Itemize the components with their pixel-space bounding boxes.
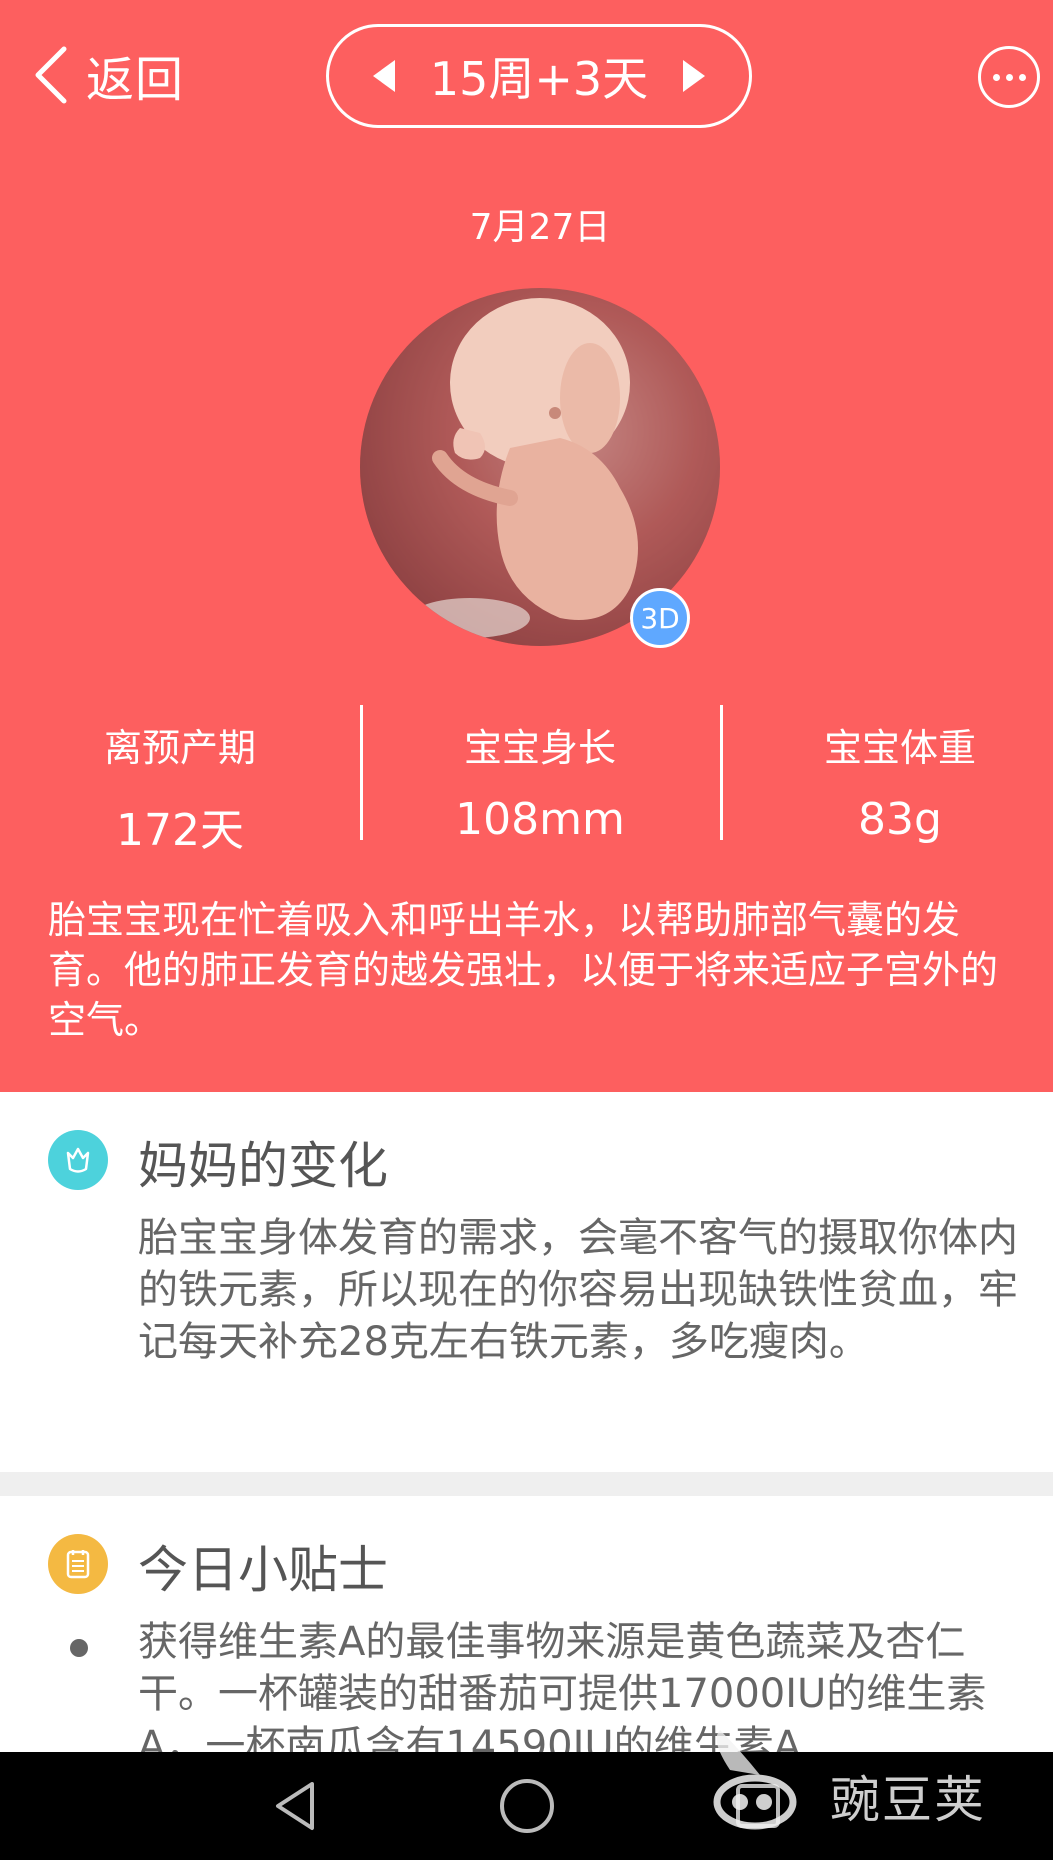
mom-changes-title: 妈妈的变化 [138,1137,388,1195]
stat-label: 宝宝身长 [463,726,616,770]
pregnancy-header: 返回 15周+3天 7月27日 3D 离预产期 172天 宝宝身长 108mm … [0,0,1053,1092]
watermark-text: 豌豆荚 [830,1771,986,1829]
nav-home-icon[interactable] [495,1774,559,1838]
stat-label: 离预产期 [103,726,256,770]
previous-week-icon[interactable] [369,58,399,94]
week-selector: 15周+3天 [326,24,752,128]
baby-development-text: 胎宝宝现在忙着吸入和呼出羊水，以帮助肺部气囊的发育。他的肺正发育的越发强壮，以便… [48,898,999,1042]
more-dot-icon [992,73,1000,81]
week-label: 15周+3天 [429,52,649,106]
stat-label: 宝宝体重 [823,726,976,770]
stat-baby-length: 宝宝身长 108mm [360,705,720,845]
flower-icon [48,1130,108,1190]
more-options-button[interactable] [978,46,1040,108]
stat-baby-weight: 宝宝体重 83g [720,705,1053,845]
stat-value: 108mm [455,794,625,845]
stat-due-date: 离预产期 172天 [0,705,360,856]
stat-value: 172天 [116,805,244,856]
back-chevron-icon [35,46,67,104]
stats-row: 离预产期 172天 宝宝身长 108mm 宝宝体重 83g [0,705,1053,856]
daily-tips-card: 今日小贴士 获得维生素A的最佳事物来源是黄色蔬菜及杏仁干。一杯罐装的甜番茄可提供… [0,1496,1053,1769]
notepad-icon [48,1534,108,1594]
watermark-logo: 豌豆荚 [700,1730,1040,1830]
status-bar [0,0,1053,10]
section-divider [0,1472,1053,1496]
mom-changes-body: 胎宝宝身体发育的需求，会毫不客气的摄取你体内的铁元素，所以现在的你容易出现缺铁性… [138,1215,1018,1365]
3d-view-badge[interactable]: 3D [630,588,690,648]
tips-title: 今日小贴士 [138,1541,388,1599]
back-button[interactable]: 返回 [30,40,184,110]
more-dot-icon [1018,73,1026,81]
stat-value: 83g [858,794,942,845]
back-label: 返回 [86,52,185,108]
nav-back-icon[interactable] [264,1774,328,1838]
bullet-icon [70,1639,88,1657]
more-dot-icon [1005,73,1013,81]
mom-changes-card: 妈妈的变化 胎宝宝身体发育的需求，会毫不客气的摄取你体内的铁元素，所以现在的你容… [0,1092,1053,1472]
next-week-icon[interactable] [679,58,709,94]
current-date: 7月27日 [469,207,611,248]
